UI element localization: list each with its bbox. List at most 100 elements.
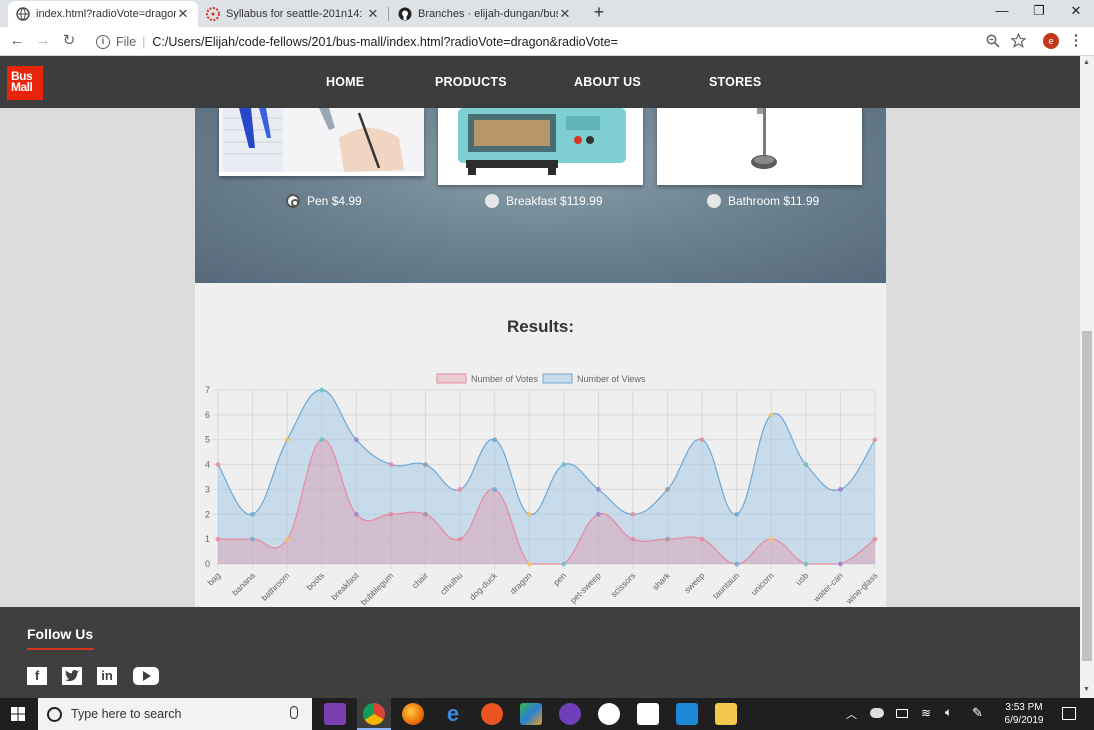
github-desktop-icon[interactable] — [559, 703, 581, 725]
scrollbar-thumb[interactable] — [1082, 331, 1092, 661]
follow-us-title: Follow Us — [27, 626, 94, 642]
info-icon[interactable]: i — [96, 34, 110, 49]
tab-syllabus[interactable]: Syllabus for seattle-201n14: Foun ✕ — [198, 1, 388, 27]
data-point — [353, 511, 359, 517]
data-point — [561, 561, 567, 567]
x-tick-label: pet-sweep — [568, 570, 603, 605]
bookmark-star-icon[interactable] — [1011, 33, 1026, 48]
tab-title: index.html?radioVote=dragon&r — [36, 8, 176, 20]
linkedin-icon[interactable]: in — [97, 667, 117, 685]
busmall-logo[interactable]: Bus Mall — [7, 66, 43, 100]
nav-about-us[interactable]: ABOUT US — [574, 75, 641, 89]
slack-icon[interactable] — [598, 703, 620, 725]
vscode-icon[interactable] — [676, 703, 698, 725]
twitter-icon[interactable] — [62, 667, 82, 685]
ubuntu-icon[interactable] — [481, 703, 503, 725]
y-tick-label: 5 — [205, 435, 210, 445]
product-image-bathroom[interactable] — [657, 108, 862, 185]
legend-label: Number of Votes — [471, 374, 539, 384]
firefox-icon[interactable] — [402, 703, 424, 725]
scroll-down-arrow-icon[interactable]: ▼ — [1083, 686, 1090, 693]
page-scrollbar[interactable]: ▲ ▼ — [1080, 56, 1094, 698]
facebook-icon[interactable]: f — [27, 667, 47, 685]
close-window-button[interactable]: ✕ — [1058, 3, 1094, 23]
data-point — [872, 536, 878, 542]
data-point — [872, 437, 878, 443]
edge-icon[interactable]: e — [442, 703, 464, 725]
data-point — [699, 437, 705, 443]
restore-button[interactable]: ❐ — [1021, 3, 1057, 23]
data-point — [595, 511, 601, 517]
store-icon[interactable] — [637, 703, 659, 725]
tab-branches[interactable]: Branches · elijah-dungan/bus-m ✕ — [390, 1, 580, 27]
volume-icon[interactable]: 🔈︎ — [945, 705, 952, 720]
nav-stores[interactable]: STORES — [709, 75, 761, 89]
file-explorer-icon[interactable] — [715, 703, 737, 725]
tab-separator — [388, 7, 389, 21]
nav-products[interactable]: PRODUCTS — [435, 75, 507, 89]
notifications-icon[interactable] — [1062, 707, 1076, 720]
onedrive-icon[interactable] — [870, 708, 884, 718]
y-tick-label: 1 — [205, 534, 210, 544]
taskbar-search[interactable]: Type here to search — [38, 698, 312, 730]
vote-option-pen[interactable]: Pen $4.99 — [286, 194, 362, 208]
vote-option-breakfast[interactable]: Breakfast $119.99 — [485, 194, 603, 208]
microphone-icon[interactable] — [290, 706, 298, 719]
menu-kebab-icon[interactable]: ⋮ — [1066, 31, 1086, 51]
youtube-icon[interactable] — [133, 667, 159, 685]
tab-index[interactable]: index.html?radioVote=dragon&r ✕ — [8, 1, 198, 27]
web-page: Bus Mall HOME PRODUCTS ABOUT US STORES P… — [0, 56, 1080, 698]
x-tick-label: breakfast — [329, 570, 361, 602]
data-point — [423, 462, 428, 467]
data-point — [768, 412, 774, 418]
back-button[interactable]: ← — [7, 31, 27, 51]
wifi-icon[interactable]: ≋ — [921, 706, 931, 720]
address-bar[interactable]: i File | C:/Users/Elijah/code-fellows/20… — [86, 30, 1036, 53]
data-point — [630, 536, 636, 542]
reload-button[interactable]: ↻ — [59, 31, 79, 51]
onenote-icon[interactable] — [324, 703, 346, 725]
data-point — [699, 536, 705, 542]
minimize-button[interactable]: — — [984, 3, 1020, 23]
data-point — [319, 387, 325, 393]
scroll-up-arrow-icon[interactable]: ▲ — [1083, 59, 1090, 66]
windows-start-icon[interactable] — [11, 707, 25, 721]
forward-button[interactable]: → — [33, 31, 53, 51]
close-icon[interactable]: ✕ — [366, 6, 380, 22]
product-label-pen: Pen $4.99 — [307, 194, 362, 208]
data-point — [215, 462, 221, 467]
data-point — [768, 536, 774, 542]
radio-pen[interactable] — [286, 194, 300, 208]
battery-icon[interactable] — [896, 709, 908, 718]
product-image-breakfast[interactable] — [438, 108, 643, 185]
data-point — [388, 511, 394, 517]
product-label-bathroom: Bathroom $11.99 — [728, 194, 820, 208]
x-tick-label: bag — [205, 570, 222, 587]
chrome-icon[interactable] — [363, 703, 385, 725]
data-point — [526, 511, 532, 517]
radio-breakfast[interactable] — [485, 194, 499, 208]
site-header: Bus Mall HOME PRODUCTS ABOUT US STORES — [0, 56, 1080, 108]
zoom-icon[interactable] — [986, 34, 1000, 48]
vote-option-bathroom[interactable]: Bathroom $11.99 — [707, 194, 819, 208]
nav-home[interactable]: HOME — [326, 75, 364, 89]
x-tick-label: pen — [551, 570, 568, 587]
windows-taskbar: Type here to search e ︿ ≋ 🔈︎ ✎ 3:53 PM 6… — [0, 698, 1094, 730]
url-text[interactable]: C:/Users/Elijah/code-fellows/201/bus-mal… — [152, 35, 618, 49]
close-icon[interactable]: ✕ — [558, 6, 572, 22]
gitkraken-icon[interactable] — [520, 703, 542, 725]
profile-avatar[interactable]: e — [1043, 33, 1059, 49]
chevron-up-icon[interactable]: ︿ — [846, 706, 857, 722]
pen-workspace-icon[interactable]: ✎ — [972, 705, 983, 721]
close-icon[interactable]: ✕ — [176, 6, 190, 22]
follow-underline — [27, 648, 94, 650]
data-point — [734, 561, 740, 567]
radio-bathroom[interactable] — [707, 194, 721, 208]
product-image-pen[interactable] — [219, 108, 424, 176]
data-point — [388, 462, 394, 467]
taskbar-clock[interactable]: 3:53 PM 6/9/2019 — [996, 701, 1052, 727]
results-chart: 0 1 2 3 4 5 6 7 bag banana bathroom boots breakfastb… — [205, 373, 879, 607]
logo-line-2: Mall — [11, 80, 33, 94]
data-point — [215, 536, 221, 542]
new-tab-button[interactable]: + — [590, 3, 608, 22]
